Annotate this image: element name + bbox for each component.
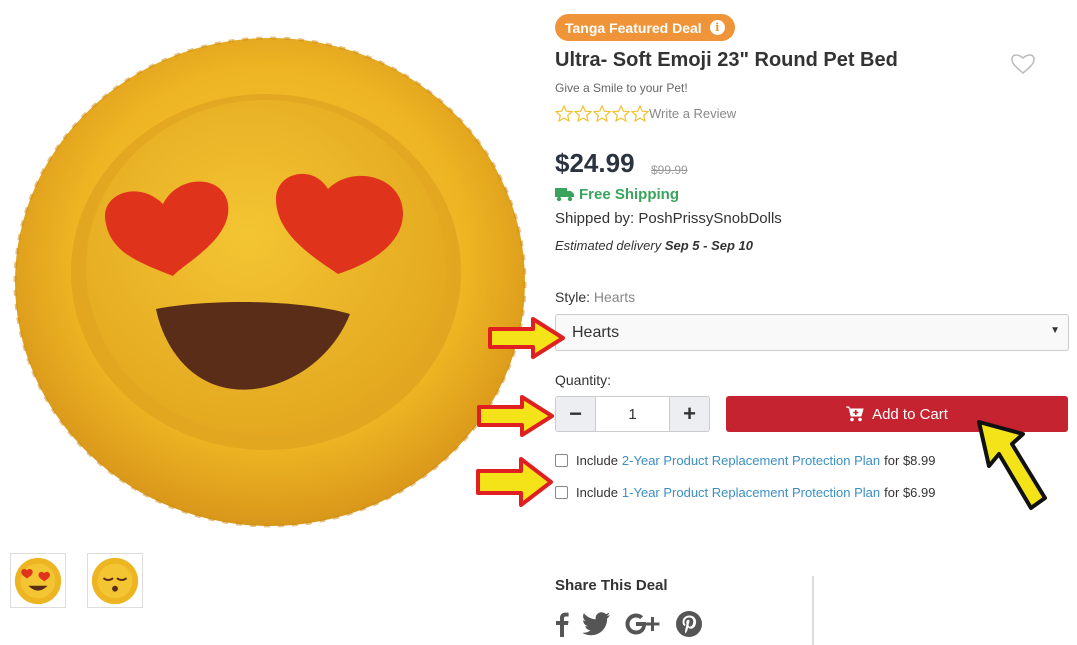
cart-icon (846, 406, 864, 422)
price: $24.99 (555, 148, 635, 178)
pinterest-icon[interactable] (675, 610, 703, 638)
quantity-stepper: − 1 + (555, 396, 710, 432)
free-shipping: Free Shipping (555, 186, 679, 203)
rating-stars[interactable] (555, 105, 649, 122)
plan-1yr-checkbox[interactable] (555, 486, 568, 499)
star-icon[interactable] (612, 105, 630, 122)
plan-price: for $6.99 (884, 485, 936, 500)
style-select-value: Hearts (572, 323, 620, 341)
star-icon[interactable] (593, 105, 611, 122)
truck-icon (555, 188, 574, 202)
plan-price: for $8.99 (884, 453, 936, 468)
estimated-delivery: Estimated delivery Sep 5 - Sep 10 (555, 238, 753, 253)
style-label-text: Style: (555, 289, 591, 305)
plan-2yr-link[interactable]: 2-Year Product Replacement Protection Pl… (622, 453, 880, 468)
twitter-icon[interactable] (583, 612, 611, 636)
share-icons (555, 610, 703, 638)
star-icon[interactable] (555, 105, 573, 122)
thumbnail-sleepy[interactable] (87, 553, 143, 608)
facebook-icon[interactable] (555, 611, 569, 637)
annotation-arrow-right-icon (476, 457, 553, 507)
annotation-arrow-right-icon (477, 395, 554, 437)
info-icon[interactable]: i (709, 20, 725, 35)
annotation-arrow-right-icon (488, 317, 565, 359)
divider (812, 576, 814, 645)
plan-prefix: Include (576, 453, 618, 468)
protection-plan-1yr: Include 1-Year Product Replacement Prote… (555, 485, 935, 500)
style-label: Style: Hearts (555, 289, 635, 305)
star-icon[interactable] (574, 105, 592, 122)
plan-prefix: Include (576, 485, 618, 500)
style-select[interactable]: Hearts ▼ (555, 314, 1069, 351)
add-to-cart-label: Add to Cart (872, 405, 948, 423)
annotation-arrow-up-left-icon (977, 420, 1047, 510)
quantity-label: Quantity: (555, 372, 612, 388)
product-title: Ultra- Soft Emoji 23" Round Pet Bed (555, 49, 898, 71)
original-price: $99.99 (651, 163, 688, 177)
write-review-link[interactable]: Write a Review (649, 106, 736, 121)
badge-label: Tanga Featured Deal (565, 19, 702, 36)
plan-2yr-checkbox[interactable] (555, 454, 568, 467)
protection-plan-2yr: Include 2-Year Product Replacement Prote… (555, 453, 935, 468)
thumbnail-hearts[interactable] (10, 553, 66, 608)
star-icon[interactable] (631, 105, 649, 122)
style-current-value: Hearts (593, 289, 636, 305)
google-plus-icon[interactable] (625, 612, 661, 636)
product-image (13, 36, 527, 528)
delivery-prefix: Estimated delivery (555, 238, 662, 253)
free-shipping-label: Free Shipping (579, 186, 680, 203)
quantity-decrease-button[interactable]: − (556, 397, 595, 431)
wishlist-heart-icon[interactable] (1010, 52, 1036, 76)
delivery-dates: Sep 5 - Sep 10 (664, 238, 753, 253)
featured-deal-badge: Tanga Featured Deal i (555, 14, 735, 41)
share-title: Share This Deal (555, 577, 668, 594)
product-tagline: Give a Smile to your Pet! (555, 81, 688, 95)
quantity-increase-button[interactable]: + (670, 397, 709, 431)
caret-down-icon: ▼ (1050, 325, 1060, 336)
shipped-by: Shipped by: PoshPrissySnobDolls (555, 210, 782, 227)
quantity-input[interactable]: 1 (595, 397, 670, 431)
plan-1yr-link[interactable]: 1-Year Product Replacement Protection Pl… (622, 485, 880, 500)
